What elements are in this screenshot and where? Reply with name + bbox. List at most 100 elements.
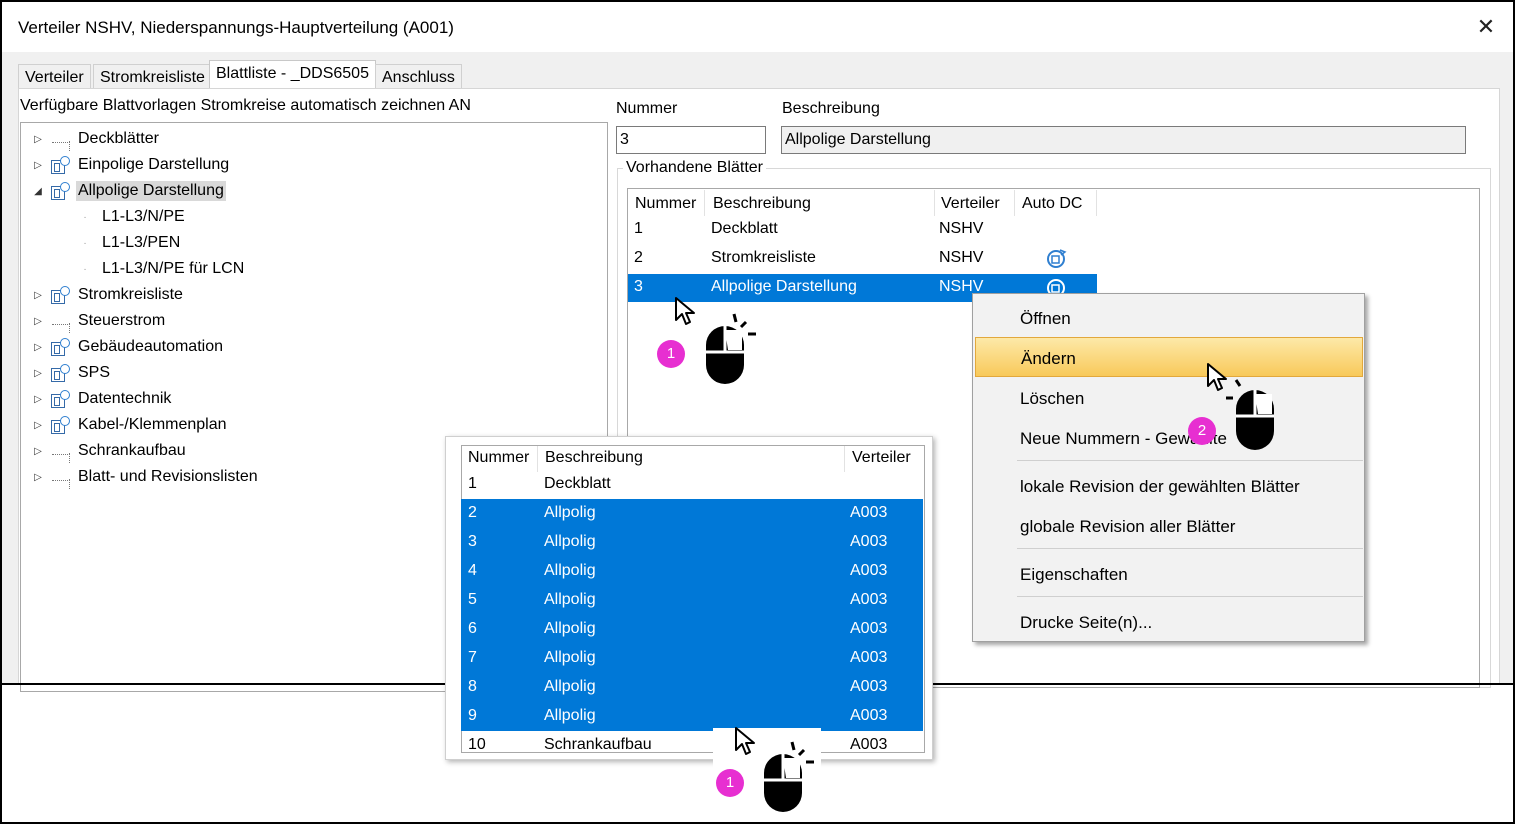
close-icon[interactable]: ✕ [1473, 14, 1499, 40]
tree-item-label: Stromkreisliste [78, 286, 183, 303]
popup-cell-verteiler: A003 [850, 562, 888, 579]
tree-item-label: SPS [78, 364, 111, 381]
tree-item[interactable]: ▷ Blatt- und Revisionslisten [30, 465, 260, 489]
tree-item[interactable]: ▷ Datentechnik [30, 387, 173, 411]
tree-item[interactable]: ▷ SPS [30, 361, 112, 385]
collapse-arrow-icon[interactable]: ◢ [30, 186, 46, 197]
menu-item-aendern[interactable]: Ändern [975, 337, 1363, 377]
context-menu: Öffnen Ändern Löschen Neue Nummern - Gew… [972, 293, 1365, 642]
tree-item-label: Einpolige Darstellung [78, 156, 230, 173]
menu-separator [1017, 548, 1363, 549]
col-header-beschreibung[interactable]: Beschreibung [713, 195, 811, 213]
cursor-arrow-icon [675, 297, 695, 325]
tree-child-item[interactable]: · L1-L3/N/PE für LCN [72, 257, 246, 281]
table-row[interactable]: 1 Deckblatt NSHV [628, 216, 1097, 244]
tree-item-label: Schrankaufbau [78, 442, 186, 459]
popup-cell-nummer: 3 [468, 533, 477, 550]
popup-cell-verteiler: A003 [850, 591, 888, 608]
popup-col-verteiler[interactable]: Verteiler [852, 449, 911, 467]
tree-label: Verfügbare Blattvorlagen Stromkreise aut… [20, 97, 471, 114]
col-header-auto-dc[interactable]: Auto DC [1022, 195, 1082, 213]
tree-item-label: Steuerstrom [78, 312, 166, 329]
beschreibung-input: Allpolige Darstellung [781, 126, 1466, 154]
popup-cell-nummer: 4 [468, 562, 477, 579]
popup-row-selected[interactable]: 4 Allpolig A003 [461, 557, 923, 586]
tab-verteiler[interactable]: Verteiler [18, 64, 91, 88]
menu-separator [1017, 460, 1363, 461]
expand-arrow-icon[interactable]: ▷ [30, 290, 46, 301]
col-header-nummer[interactable]: Nummer [635, 195, 696, 213]
mouse-click-icon [1226, 379, 1274, 450]
popup-cell-beschreibung: Allpolig [544, 649, 596, 666]
menu-item-label: Ändern [1021, 349, 1076, 368]
sheet-template-icon [48, 284, 74, 306]
expand-arrow-icon[interactable]: ▷ [30, 420, 46, 431]
step-badge-2: 2 [1188, 417, 1216, 445]
popup-cell-beschreibung: Allpolig [544, 620, 596, 637]
popup-col-beschreibung[interactable]: Beschreibung [545, 449, 643, 467]
menu-item-loeschen[interactable]: Löschen [973, 377, 1364, 417]
tree-item-label: Blatt- und Revisionslisten [78, 468, 258, 485]
tree-item[interactable]: ▷ Schrankaufbau [30, 439, 188, 463]
cursor-arrow-icon [1207, 363, 1227, 391]
popup-row-selected[interactable]: 9 Allpolig A003 [461, 702, 923, 731]
tree-item[interactable]: ◢ Allpolige Darstellung [30, 179, 226, 203]
popup-cell-verteiler: A003 [850, 649, 888, 666]
expand-arrow-icon[interactable]: ▷ [30, 394, 46, 405]
dotted-node-icon [48, 128, 74, 151]
dotted-node-icon [48, 440, 74, 463]
menu-item-label: lokale Revision der gewählten Blätter [1020, 477, 1300, 496]
popup-row-selected[interactable]: 8 Allpolig A003 [461, 673, 923, 702]
cell-beschreibung: Deckblatt [711, 220, 778, 237]
menu-item-lokale-revision[interactable]: lokale Revision der gewählten Blätter [973, 465, 1364, 505]
popup-row[interactable]: 1 Deckblatt [461, 470, 923, 499]
popup-cell-nummer: 10 [468, 736, 486, 753]
menu-item-oeffnen[interactable]: Öffnen [973, 297, 1364, 337]
popup-row-selected[interactable]: 2 Allpolig A003 [461, 499, 923, 528]
popup-cell-verteiler: A003 [850, 707, 888, 724]
col-header-verteiler[interactable]: Verteiler [941, 195, 1000, 213]
menu-item-label: Eigenschaften [1020, 565, 1128, 584]
nummer-input[interactable]: 3 [616, 126, 766, 154]
tree-child-item[interactable]: · L1-L3/PEN [72, 231, 182, 255]
tree-item[interactable]: ▷ Kabel-/Klemmenplan [30, 413, 229, 437]
popup-cell-beschreibung: Allpolig [544, 707, 596, 724]
dotted-node-icon [48, 310, 74, 333]
popup-row-selected[interactable]: 5 Allpolig A003 [461, 586, 923, 615]
auto-dc-icon [1047, 249, 1067, 268]
step-badge-1: 1 [657, 340, 685, 368]
expand-arrow-icon[interactable]: ▷ [30, 446, 46, 457]
expand-arrow-icon[interactable]: ▷ [30, 134, 46, 145]
popup-col-nummer[interactable]: Nummer [468, 449, 529, 467]
expand-arrow-icon[interactable]: ▷ [30, 368, 46, 379]
popup-cell-nummer: 7 [468, 649, 477, 666]
tab-stromkreisliste[interactable]: Stromkreisliste [93, 64, 212, 88]
col-divider [704, 190, 705, 216]
expand-arrow-icon[interactable]: ▷ [30, 316, 46, 327]
menu-item-drucke-seiten[interactable]: Drucke Seite(n)... [973, 601, 1364, 641]
tree-item[interactable]: ▷ Steuerstrom [30, 309, 167, 333]
tree-item[interactable]: ▷ Einpolige Darstellung [30, 153, 231, 177]
popup-cell-verteiler: A003 [850, 504, 888, 521]
menu-item-label: Löschen [1020, 389, 1085, 408]
tree-child-item[interactable]: · L1-L3/N/PE [72, 205, 187, 229]
menu-item-eigenschaften[interactable]: Eigenschaften [973, 553, 1364, 593]
tab-anschluss[interactable]: Anschluss [375, 64, 462, 88]
tab-blattliste[interactable]: Blattliste - _DDS6505 [209, 60, 376, 88]
popup-row[interactable]: 10 Schrankaufbau A003 [461, 731, 923, 760]
popup-cell-beschreibung: Schrankaufbau [544, 736, 652, 753]
tree-item[interactable]: ▷ Stromkreisliste [30, 283, 185, 307]
cell-beschreibung: Allpolige Darstellung [711, 278, 857, 295]
expand-arrow-icon[interactable]: ▷ [30, 160, 46, 171]
expand-arrow-icon[interactable]: ▷ [30, 342, 46, 353]
popup-row-selected[interactable]: 7 Allpolig A003 [461, 644, 923, 673]
tree-item[interactable]: ▷ Gebäudeautomation [30, 335, 225, 359]
menu-item-globale-revision[interactable]: globale Revision aller Blätter [973, 505, 1364, 545]
expand-arrow-icon[interactable]: ▷ [30, 472, 46, 483]
menu-item-neue-nummern[interactable]: Neue Nummern - Gewählte [973, 417, 1364, 457]
tree-item[interactable]: ▷ Deckblätter [30, 127, 161, 151]
table-row[interactable]: 2 Stromkreisliste NSHV [628, 245, 1097, 273]
popup-row-selected[interactable]: 6 Allpolig A003 [461, 615, 923, 644]
cell-nummer: 2 [634, 249, 643, 266]
popup-row-selected[interactable]: 3 Allpolig A003 [461, 528, 923, 557]
